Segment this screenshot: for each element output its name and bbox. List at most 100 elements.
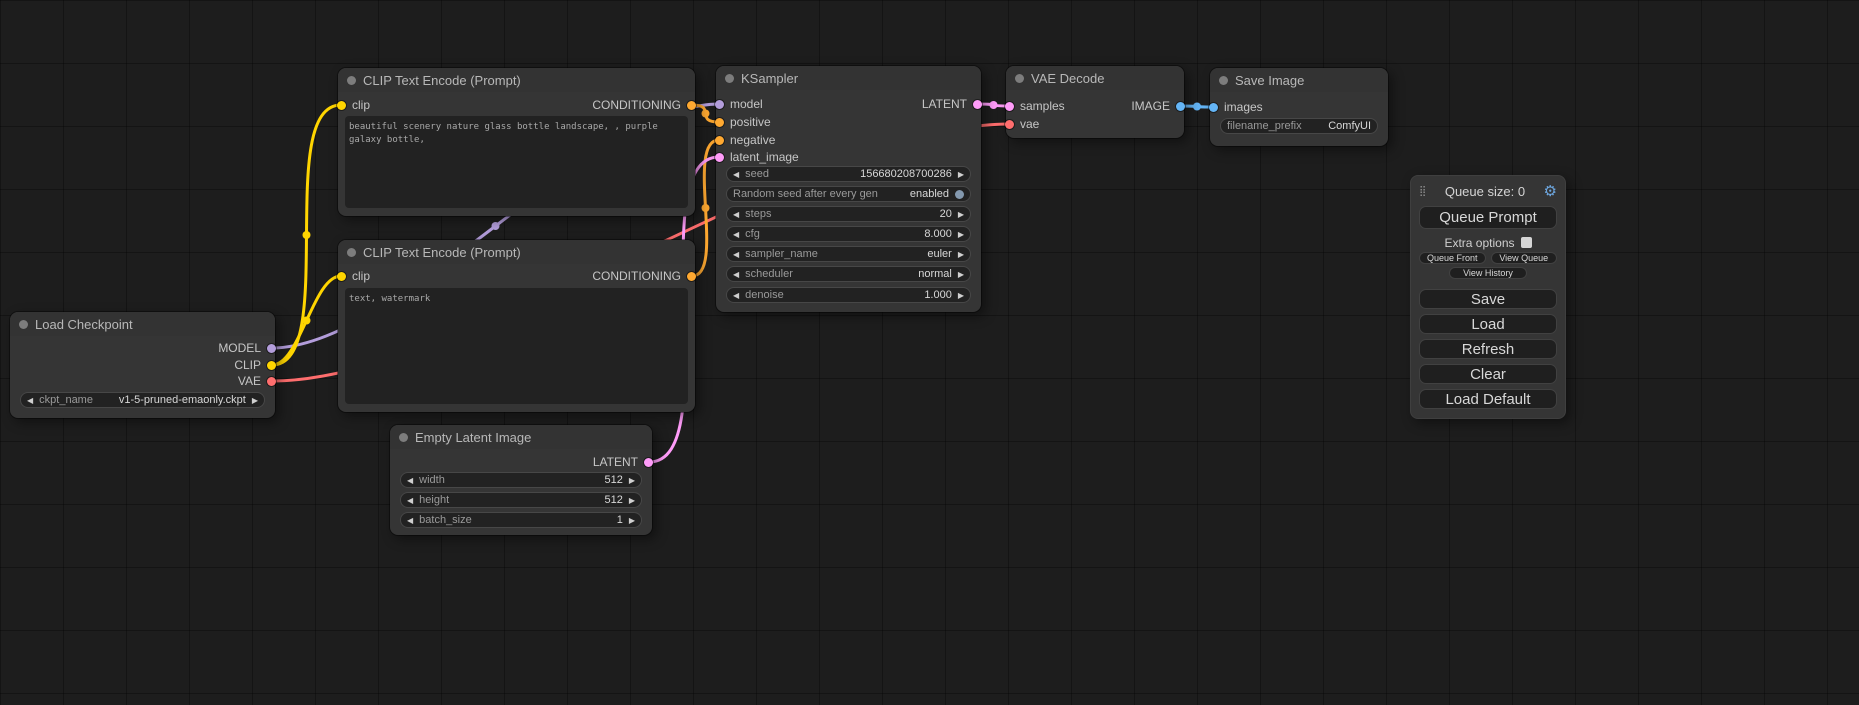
- input-slot-dot[interactable]: [715, 100, 724, 109]
- collapse-dot[interactable]: [1219, 76, 1228, 85]
- refresh-button[interactable]: Refresh: [1419, 339, 1557, 359]
- output-slot-dot[interactable]: [1176, 102, 1185, 111]
- output-slot-dot[interactable]: [267, 361, 276, 370]
- decrement-arrow[interactable]: ◀: [733, 250, 739, 259]
- widget-seed[interactable]: ◀seed156680208700286▶: [726, 166, 971, 182]
- input-slot-dot[interactable]: [1209, 103, 1218, 112]
- output-slot-LATENT: LATENT: [593, 454, 653, 470]
- widget-value: 156680208700286: [860, 168, 952, 180]
- widget-ckpt-name[interactable]: ◀ckpt_namev1-5-pruned-emaonly.ckpt▶: [20, 392, 265, 408]
- input-slot-dot[interactable]: [1005, 102, 1014, 111]
- increment-arrow[interactable]: ▶: [958, 210, 964, 219]
- widget-batch-size[interactable]: ◀batch_size1▶: [400, 512, 642, 528]
- load-default-button[interactable]: Load Default: [1419, 389, 1557, 409]
- output-slot-dot[interactable]: [267, 377, 276, 386]
- output-slot-dot[interactable]: [267, 344, 276, 353]
- decrement-arrow[interactable]: ◀: [733, 270, 739, 279]
- save-button[interactable]: Save: [1419, 289, 1557, 309]
- widget-value: normal: [918, 268, 952, 280]
- node-title-bar[interactable]: Save Image: [1210, 68, 1388, 92]
- widget-steps[interactable]: ◀steps20▶: [726, 206, 971, 222]
- prompt-text-input[interactable]: text, watermark: [345, 288, 688, 404]
- node-clip-text-encode-positive[interactable]: CLIP Text Encode (Prompt)clipCONDITIONIN…: [338, 68, 695, 216]
- output-slot-label: CONDITIONING: [592, 98, 681, 112]
- increment-arrow[interactable]: ▶: [629, 476, 635, 485]
- graph-canvas[interactable]: Load CheckpointMODELCLIPVAE◀ckpt_namev1-…: [0, 0, 1859, 705]
- output-slot-dot[interactable]: [687, 101, 696, 110]
- widget-random-seed-after-every-gen[interactable]: Random seed after every genenabled: [726, 186, 971, 202]
- input-slot-dot[interactable]: [1005, 120, 1014, 129]
- output-slot-dot[interactable]: [644, 458, 653, 467]
- collapse-dot[interactable]: [1015, 74, 1024, 83]
- node-vae-decode[interactable]: VAE DecodesamplesvaeIMAGE: [1006, 66, 1184, 138]
- decrement-arrow[interactable]: ◀: [733, 230, 739, 239]
- queue-size-label: Queue size: 0: [1426, 184, 1543, 199]
- input-slot-dot[interactable]: [715, 118, 724, 127]
- widget-label: scheduler: [745, 268, 793, 280]
- decrement-arrow[interactable]: ◀: [733, 291, 739, 300]
- clear-button[interactable]: Clear: [1419, 364, 1557, 384]
- toggle-knob-icon[interactable]: [955, 190, 964, 199]
- increment-arrow[interactable]: ▶: [958, 270, 964, 279]
- increment-arrow[interactable]: ▶: [958, 170, 964, 179]
- input-slot-dot[interactable]: [715, 153, 724, 162]
- collapse-dot[interactable]: [347, 248, 356, 257]
- node-title-bar[interactable]: VAE Decode: [1006, 66, 1184, 90]
- queue-front-button[interactable]: Queue Front: [1419, 252, 1486, 264]
- widget-sampler-name[interactable]: ◀sampler_nameeuler▶: [726, 246, 971, 262]
- output-slot-CLIP: CLIP: [234, 357, 276, 373]
- collapse-dot[interactable]: [725, 74, 734, 83]
- node-title-bar[interactable]: KSampler: [716, 66, 981, 90]
- widget-denoise[interactable]: ◀denoise1.000▶: [726, 287, 971, 303]
- prompt-text-input[interactable]: beautiful scenery nature glass bottle la…: [345, 116, 688, 208]
- link-midpoint-dot: [702, 110, 710, 118]
- decrement-arrow[interactable]: ◀: [407, 516, 413, 525]
- decrement-arrow[interactable]: ◀: [733, 210, 739, 219]
- decrement-arrow[interactable]: ◀: [407, 476, 413, 485]
- drag-handle-icon[interactable]: ⣿: [1419, 186, 1426, 197]
- view-history-button[interactable]: View History: [1449, 267, 1527, 279]
- widget-width[interactable]: ◀width512▶: [400, 472, 642, 488]
- increment-arrow[interactable]: ▶: [629, 516, 635, 525]
- collapse-dot[interactable]: [347, 76, 356, 85]
- widget-cfg[interactable]: ◀cfg8.000▶: [726, 226, 971, 242]
- increment-arrow[interactable]: ▶: [629, 496, 635, 505]
- increment-arrow[interactable]: ▶: [958, 230, 964, 239]
- decrement-arrow[interactable]: ◀: [27, 396, 33, 405]
- output-slot-dot[interactable]: [973, 100, 982, 109]
- view-queue-button[interactable]: View Queue: [1491, 252, 1558, 264]
- input-slot-dot[interactable]: [337, 272, 346, 281]
- widget-label: cfg: [745, 228, 760, 240]
- widget-filename-prefix[interactable]: filename_prefixComfyUI: [1220, 118, 1378, 134]
- node-title-bar[interactable]: Empty Latent Image: [390, 425, 652, 449]
- node-clip-text-encode-negative[interactable]: CLIP Text Encode (Prompt)clipCONDITIONIN…: [338, 240, 695, 412]
- node-title-bar[interactable]: CLIP Text Encode (Prompt): [338, 240, 695, 264]
- node-title-bar[interactable]: CLIP Text Encode (Prompt): [338, 68, 695, 92]
- node-empty-latent-image[interactable]: Empty Latent Image LATENT ◀width512▶ ◀heigh…: [390, 425, 652, 535]
- increment-arrow[interactable]: ▶: [958, 291, 964, 300]
- input-slot-dot[interactable]: [715, 136, 724, 145]
- node-ksampler[interactable]: KSamplermodelpositivenegativelatent_imag…: [716, 66, 981, 312]
- link-midpoint-dot: [1193, 103, 1201, 111]
- settings-gear-icon[interactable]: ⚙: [1544, 184, 1557, 199]
- output-slot-dot[interactable]: [687, 272, 696, 281]
- increment-arrow[interactable]: ▶: [252, 396, 258, 405]
- node-title-label: CLIP Text Encode (Prompt): [363, 73, 521, 88]
- collapse-dot[interactable]: [399, 433, 408, 442]
- widget-height[interactable]: ◀height512▶: [400, 492, 642, 508]
- input-slot-dot[interactable]: [337, 101, 346, 110]
- view-history-row: View History: [1419, 267, 1557, 279]
- decrement-arrow[interactable]: ◀: [733, 170, 739, 179]
- collapse-dot[interactable]: [19, 320, 28, 329]
- input-slot-model: model: [715, 96, 763, 112]
- extra-options-checkbox[interactable]: [1521, 237, 1532, 248]
- increment-arrow[interactable]: ▶: [958, 250, 964, 259]
- widget-scheduler[interactable]: ◀ scheduler normal ▶: [726, 266, 971, 282]
- node-load-checkpoint[interactable]: Load CheckpointMODELCLIPVAE◀ckpt_namev1-…: [10, 312, 275, 418]
- load-button[interactable]: Load: [1419, 314, 1557, 334]
- queue-prompt-button[interactable]: Queue Prompt: [1419, 206, 1557, 229]
- node-title-bar[interactable]: Load Checkpoint: [10, 312, 275, 336]
- widget-value: 1: [617, 514, 623, 526]
- node-save-image[interactable]: Save Imageimagesfilename_prefixComfyUI: [1210, 68, 1388, 146]
- decrement-arrow[interactable]: ◀: [407, 496, 413, 505]
